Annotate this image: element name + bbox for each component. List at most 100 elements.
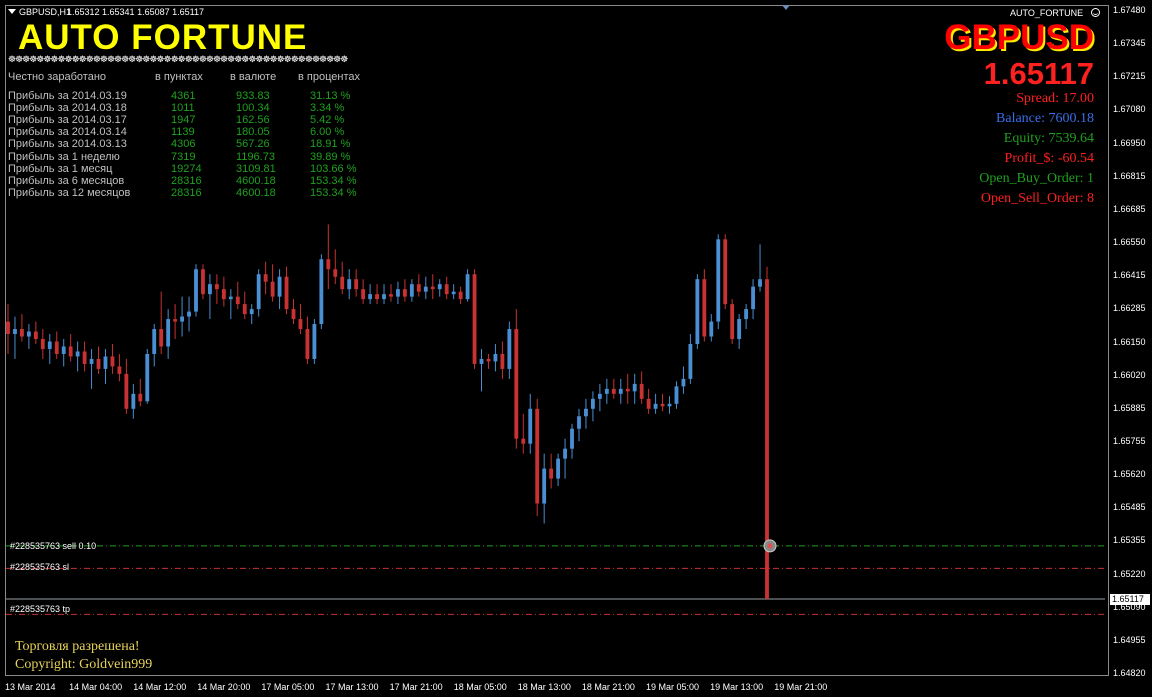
stats-row-points: 19274 <box>171 162 202 175</box>
account-info-line: Balance: 7600.18 <box>996 111 1094 126</box>
price-tick-label: 1.66150 <box>1113 336 1146 347</box>
stats-row-money: 933.83 <box>236 90 270 102</box>
candle-body <box>131 393 136 409</box>
stats-row-money: 4600.18 <box>236 186 276 199</box>
candle-body <box>375 294 379 300</box>
stats-row-money: 180.05 <box>236 126 270 139</box>
candle-body <box>549 468 554 479</box>
candle-body <box>514 329 519 439</box>
candle-body <box>402 289 407 297</box>
candle-body <box>416 284 421 292</box>
chart-menu-arrow-icon[interactable] <box>8 9 16 14</box>
price-tick-label: 1.67480 <box>1113 5 1146 15</box>
price-tick-label: 1.65485 <box>1113 502 1146 513</box>
candle-body <box>570 428 574 449</box>
take-profit-label[interactable]: #228535763 tp <box>10 604 70 614</box>
candle-body <box>33 331 38 340</box>
current-price-tag: 1.65117 <box>1110 594 1150 605</box>
candle-body <box>20 329 24 337</box>
candle-body <box>68 346 73 357</box>
candle-body <box>451 291 456 295</box>
smile-icon[interactable] <box>1091 8 1100 17</box>
candle-body <box>138 393 143 402</box>
price-tick-label: 1.64955 <box>1113 634 1146 645</box>
stats-row-points: 28316 <box>171 186 202 199</box>
expert-advisor-name[interactable]: AUTO_FORTUNE <box>1010 8 1083 18</box>
candle-body <box>291 309 296 320</box>
symbol-header: GBPUSD,H1 <box>19 7 72 17</box>
candle-body <box>319 259 324 325</box>
candle-body <box>89 358 94 364</box>
stats-row-label: Прибыль за 2014.03.17 <box>8 114 127 127</box>
candle-body <box>263 274 268 282</box>
candle-body <box>284 276 289 310</box>
stats-row-money: 1196.73 <box>236 150 275 163</box>
stats-row-label: Прибыль за 2014.03.14 <box>8 126 127 139</box>
candle-body <box>96 358 101 369</box>
account-info-line: Open_Sell_Order: 8 <box>980 191 1094 206</box>
candle-body <box>82 351 87 364</box>
candle-body <box>584 408 588 417</box>
stats-row-points: 4306 <box>171 138 196 151</box>
stats-row-points: 7319 <box>171 150 196 163</box>
stats-row-percent: 18.91 % <box>310 138 351 151</box>
price-tick-label: 1.66285 <box>1113 303 1146 314</box>
candle-body <box>618 388 623 394</box>
candle-body <box>201 269 205 295</box>
candle-body <box>194 269 198 312</box>
stats-header: в пунктах <box>155 71 203 83</box>
time-tick-label: 17 Mar 05:00 <box>261 682 315 692</box>
candle-body <box>430 286 435 290</box>
symbol-title: GBPUSD <box>944 18 1094 57</box>
candle-body <box>312 324 317 359</box>
candle-body <box>758 279 762 287</box>
candle-body <box>465 274 470 300</box>
copyright-text: Copyright: Goldvein999 <box>15 657 153 672</box>
candle-body <box>159 329 164 347</box>
sell-order-label[interactable]: #228535763 sell 0.10 <box>10 541 96 551</box>
candle-body <box>667 403 672 407</box>
price-tick-label: 1.65620 <box>1113 469 1146 480</box>
candle-body <box>256 274 261 310</box>
account-info-line: Open_Buy_Order: 1 <box>979 171 1094 186</box>
time-tick-label: 17 Mar 13:00 <box>325 682 379 692</box>
stop-loss-label[interactable]: #228535763 sl <box>10 562 69 572</box>
candle-body <box>221 289 226 300</box>
candle-body <box>688 343 693 379</box>
stats-row-money: 567.26 <box>236 138 270 151</box>
candle-body <box>437 284 442 290</box>
chart-shift-marker-icon[interactable] <box>782 5 790 10</box>
candle-body <box>577 416 581 429</box>
candle-body <box>326 259 331 270</box>
candle-body <box>298 319 303 330</box>
stats-row-money: 100.34 <box>236 102 270 115</box>
candle-body <box>305 329 310 359</box>
stats-row-label: Прибыль за 1 месяц <box>8 162 113 175</box>
stats-header: в валюте <box>230 71 277 83</box>
candle-body <box>556 458 561 479</box>
candle-body <box>13 329 17 335</box>
stats-row-money: 162.56 <box>236 114 270 127</box>
candle-body <box>214 284 219 290</box>
candle-body <box>54 341 59 354</box>
candle-body <box>396 289 400 297</box>
account-info-line: Spread: 17.00 <box>1016 91 1094 106</box>
candle-body <box>166 319 171 347</box>
stats-header: Честно заработано <box>8 71 107 83</box>
candle-body <box>444 284 449 295</box>
stats-row-percent: 153.34 % <box>310 186 357 199</box>
candle-body <box>625 388 630 392</box>
candle-body <box>40 339 45 349</box>
candle-body <box>180 316 184 322</box>
stats-row-label: Прибыль за 2014.03.19 <box>8 90 127 102</box>
candle-body <box>542 468 547 504</box>
candle-body <box>681 378 686 387</box>
current-price-big: 1.65117 <box>983 56 1094 91</box>
stats-row-points: 1011 <box>171 102 195 115</box>
candle-body <box>340 276 345 290</box>
price-tick-label: 1.66815 <box>1113 170 1146 181</box>
stats-row-points: 1139 <box>171 126 195 139</box>
candle-body <box>458 291 463 300</box>
candle-body <box>604 388 609 394</box>
stats-row-money: 4600.18 <box>236 174 276 187</box>
